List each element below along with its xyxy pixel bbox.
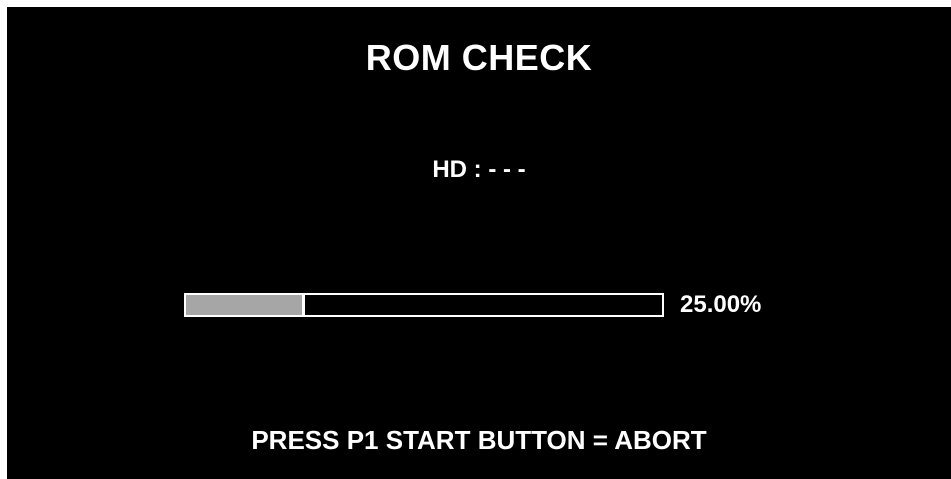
progress-percent-label: 25.00%	[680, 291, 762, 318]
progress-bar	[184, 293, 664, 317]
progress-bar-fill	[186, 295, 305, 315]
abort-instruction: PRESS P1 START BUTTON = ABORT	[251, 425, 707, 455]
hd-status-text: HD : - - -	[432, 156, 526, 183]
page-title: ROM CHECK	[365, 37, 593, 78]
rom-check-screen: ROM CHECK HD : - - - 25.00% PRESS P1 STA…	[7, 7, 951, 479]
